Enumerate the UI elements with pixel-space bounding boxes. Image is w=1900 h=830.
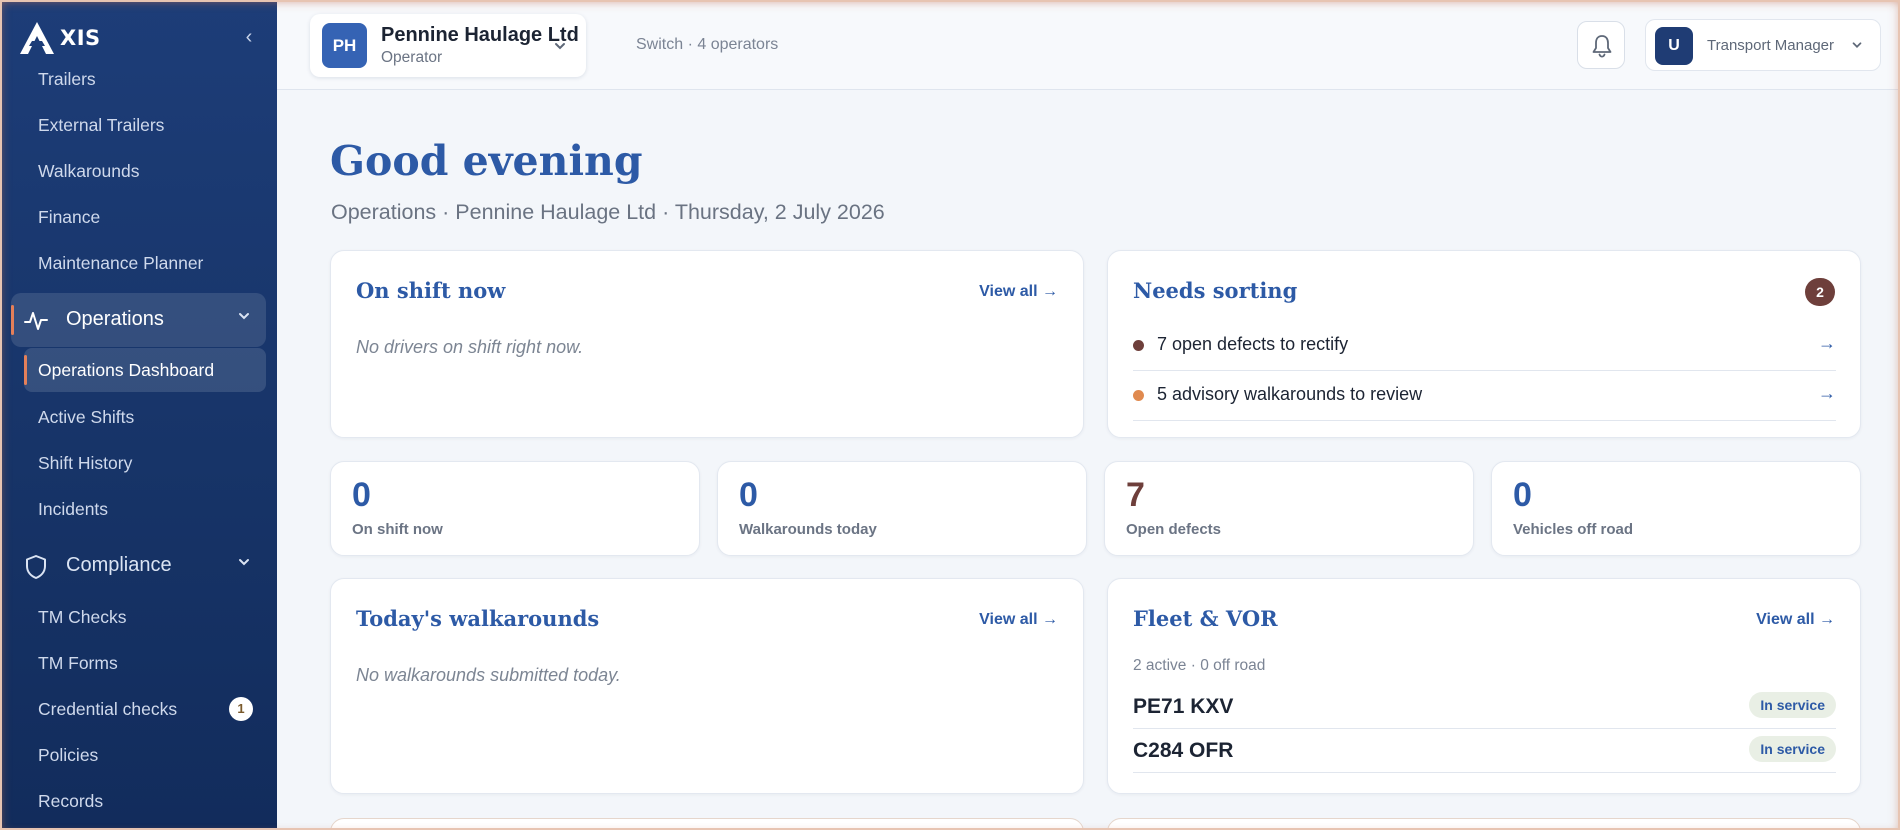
needs-sorting-text: 7 open defects to rectify <box>1157 334 1349 354</box>
vehicle-registration: C284 OFR <box>1133 739 1234 762</box>
sidebar-section-operations[interactable]: Operations <box>11 293 266 347</box>
user-role: Transport Manager <box>1707 37 1835 54</box>
chevron-down-icon <box>239 559 249 566</box>
user-menu[interactable]: U Transport Manager <box>1645 19 1881 71</box>
sidebar-item-tm-checks[interactable]: TM Checks <box>38 607 126 628</box>
status-badge: In service <box>1749 736 1836 762</box>
stat-value: 0 <box>1513 476 1532 514</box>
empty-state-text: No walkarounds submitted today. <box>356 665 621 685</box>
view-all-link[interactable]: View all → <box>979 283 1058 301</box>
credential-count-badge: 1 <box>229 697 253 721</box>
card-title: Needs sorting <box>1133 278 1298 303</box>
sidebar-item-maintenance-planner[interactable]: Maintenance Planner <box>38 253 203 274</box>
stat-label: Open defects <box>1126 521 1222 538</box>
chevron-down-icon <box>239 313 249 320</box>
stat-value: 0 <box>352 476 371 514</box>
stat-card-open-defects[interactable]: 7 Open defects <box>1104 461 1474 556</box>
sidebar-item-external-trailers[interactable]: External Trailers <box>38 115 164 136</box>
activity-icon <box>24 312 48 330</box>
stat-value: 0 <box>739 476 758 514</box>
collapse-sidebar-icon[interactable]: ‹ <box>238 26 260 48</box>
status-dot <box>1133 340 1144 351</box>
stat-label: Walkarounds today <box>739 521 877 538</box>
vehicle-registration: PE71 KXV <box>1133 695 1234 718</box>
sidebar-item-active-shifts[interactable]: Active Shifts <box>38 407 134 428</box>
brand-logo[interactable]: XIS <box>18 20 101 56</box>
fleet-summary: 2 active · 0 off road <box>1133 657 1266 674</box>
status-badge: In service <box>1749 692 1836 718</box>
sidebar-section-label: Compliance <box>66 554 172 576</box>
on-shift-card: On shift now View all → No drivers on sh… <box>330 250 1084 438</box>
card-title: Today's walkarounds <box>356 606 600 631</box>
operator-avatar: PH <box>322 23 367 68</box>
needs-sorting-item[interactable]: 5 advisory walkarounds to review → <box>1133 371 1836 421</box>
stat-card-walkarounds[interactable]: 0 Walkarounds today <box>717 461 1087 556</box>
needs-sorting-item[interactable]: 7 open defects to rectify → <box>1133 321 1836 371</box>
needs-sorting-card: Needs sorting 2 7 open defects to rectif… <box>1107 250 1861 438</box>
user-avatar: U <box>1655 27 1693 65</box>
stat-label: Vehicles off road <box>1513 521 1634 538</box>
sidebar-section-label: Operations <box>66 308 164 330</box>
sidebar-item-records[interactable]: Records <box>38 791 103 812</box>
card-title: On shift now <box>356 278 506 303</box>
chevron-down-icon <box>1852 42 1862 48</box>
card-peek <box>330 818 1084 830</box>
sidebar-section-compliance[interactable]: Compliance <box>11 539 266 593</box>
sidebar-item-finance[interactable]: Finance <box>38 207 100 228</box>
operator-role: Operator <box>381 49 443 66</box>
operator-switcher[interactable]: PH Pennine Haulage Ltd Operator <box>310 14 586 77</box>
stat-label: On shift now <box>352 521 443 538</box>
sidebar-item-walkarounds[interactable]: Walkarounds <box>38 161 139 182</box>
stat-value: 7 <box>1126 476 1145 514</box>
sidebar-item-policies[interactable]: Policies <box>38 745 98 766</box>
switch-operators-hint[interactable]: Switch · 4 operators <box>636 36 778 54</box>
empty-state-text: No drivers on shift right now. <box>356 337 584 357</box>
sidebar-item-trailers[interactable]: Trailers <box>38 69 96 90</box>
active-accent-bar <box>24 355 27 385</box>
page-title: Good evening <box>330 137 643 185</box>
bell-icon <box>1592 35 1612 58</box>
status-dot <box>1133 390 1144 401</box>
logo-mark-icon <box>20 22 54 54</box>
notifications-button[interactable] <box>1577 21 1625 69</box>
stat-card-vehicles-off-road[interactable]: 0 Vehicles off road <box>1491 461 1861 556</box>
brand-name: XIS <box>60 26 101 50</box>
arrow-right-icon: → <box>1818 333 1836 353</box>
card-peek <box>1107 818 1861 830</box>
vehicle-row[interactable]: C284 OFR In service <box>1133 729 1836 773</box>
arrow-right-icon: → <box>1818 383 1836 403</box>
needs-sorting-text: 5 advisory walkarounds to review <box>1157 384 1423 404</box>
todays-walkarounds-card: Today's walkarounds View all → No walkar… <box>330 578 1084 794</box>
vehicle-row[interactable]: PE71 KXV In service <box>1133 685 1836 729</box>
shield-icon <box>26 555 46 579</box>
operator-name: Pennine Haulage Ltd <box>381 24 579 46</box>
page-subtitle: Operations · Pennine Haulage Ltd · Thurs… <box>331 200 885 224</box>
sidebar-item-shift-history[interactable]: Shift History <box>38 453 132 474</box>
chevron-down-icon <box>555 43 565 50</box>
stat-card-on-shift[interactable]: 0 On shift now <box>330 461 700 556</box>
sidebar-item-credential-checks[interactable]: Credential checks <box>38 699 177 720</box>
sidebar: XIS ‹ Trailers External Trailers Walkaro… <box>0 0 277 830</box>
fleet-vor-card: Fleet & VOR View all → 2 active · 0 off … <box>1107 578 1861 794</box>
view-all-link[interactable]: View all → <box>1756 611 1835 629</box>
view-all-link[interactable]: View all → <box>979 611 1058 629</box>
sidebar-item-tm-forms[interactable]: TM Forms <box>38 653 118 674</box>
sidebar-item-operations-dashboard[interactable]: Operations Dashboard <box>24 348 266 392</box>
card-title: Fleet & VOR <box>1133 606 1278 631</box>
top-bar: PH Pennine Haulage Ltd Operator Switch ·… <box>277 0 1900 90</box>
active-accent-bar <box>11 305 14 335</box>
sidebar-item-label: Operations Dashboard <box>38 360 215 380</box>
needs-sorting-count-badge: 2 <box>1805 278 1835 306</box>
sidebar-item-incidents[interactable]: Incidents <box>38 499 108 520</box>
